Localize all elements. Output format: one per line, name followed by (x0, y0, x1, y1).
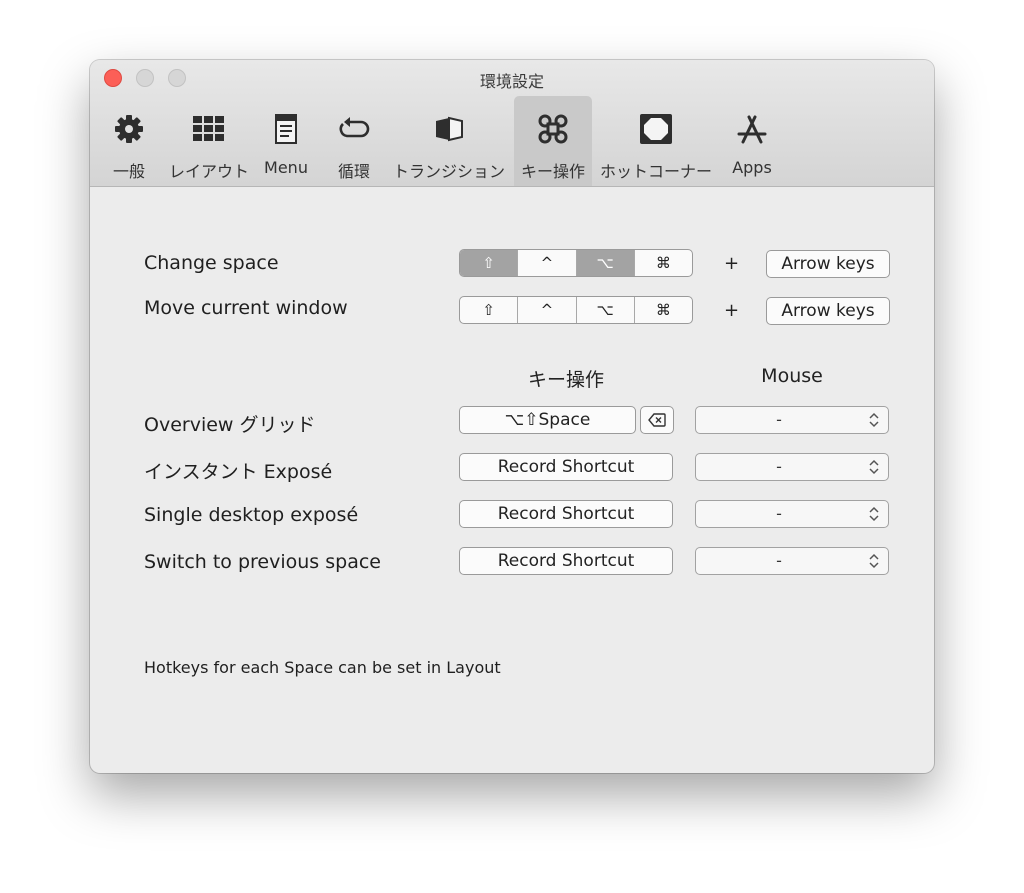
overview-grid-mouse-value: - (776, 410, 782, 429)
change-space-arrow-keys-button[interactable]: Arrow keys (766, 250, 890, 278)
switch-previous-space-record-button[interactable]: Record Shortcut (459, 547, 673, 575)
single-desktop-expose-mouse-select[interactable]: - (695, 500, 889, 528)
menu-icon (275, 114, 297, 144)
change-space-command-key[interactable]: ⌘ (635, 250, 692, 276)
tab-cycle-label: 循環 (337, 162, 370, 181)
change-space-modifiers: ⇧ ^ ⌥ ⌘ (459, 249, 693, 277)
move-window-control-key[interactable]: ^ (518, 297, 577, 323)
change-space-control-key[interactable]: ^ (518, 250, 577, 276)
move-window-plus: + (724, 300, 740, 321)
instant-expose-record-button[interactable]: Record Shortcut (459, 453, 673, 481)
delete-icon (648, 413, 666, 427)
single-desktop-expose-label: Single desktop exposé (144, 504, 359, 526)
transition-icon (436, 116, 463, 142)
change-space-shift-key[interactable]: ⇧ (460, 250, 519, 276)
chevron-up-down-icon (869, 506, 879, 522)
layout-hint-text: Hotkeys for each Space can be set in Lay… (144, 658, 501, 677)
switch-previous-space-mouse-select[interactable]: - (695, 547, 889, 575)
title-bar: 環境設定 一般 レイアウト Menu 循環 トランジション キー操作 ホットコー… (90, 60, 934, 187)
overview-grid-label: Overview グリッド (144, 414, 316, 436)
move-window-arrow-keys-button[interactable]: Arrow keys (766, 297, 890, 325)
grid-icon (193, 116, 224, 141)
overview-grid-mouse-select[interactable]: - (695, 406, 889, 434)
move-window-command-key[interactable]: ⌘ (635, 297, 692, 323)
gear-icon (115, 115, 143, 143)
tab-layout-label: レイアウト (168, 162, 249, 181)
tab-general[interactable]: 一般 (110, 96, 148, 186)
switch-previous-space-mouse-value: - (776, 551, 782, 570)
overview-grid-clear-button[interactable] (640, 406, 674, 434)
command-key-icon (538, 114, 568, 144)
window-title: 環境設定 (479, 72, 544, 91)
switch-previous-space-label: Switch to previous space (144, 551, 381, 573)
tab-apps[interactable]: Apps (728, 96, 776, 186)
change-space-label: Change space (144, 252, 279, 274)
tab-cycle[interactable]: 循環 (334, 96, 374, 186)
tab-hot-corners[interactable]: ホットコーナー (600, 96, 712, 186)
app-store-icon (737, 115, 767, 144)
instant-expose-mouse-select[interactable]: - (695, 453, 889, 481)
tab-general-label: 一般 (112, 162, 145, 181)
tab-key-operation-label: キー操作 (520, 162, 585, 181)
move-window-label: Move current window (144, 297, 348, 319)
tab-hot-corners-label: ホットコーナー (599, 162, 712, 181)
hot-corner-icon (640, 114, 672, 144)
column-header-mouse: Mouse (761, 365, 823, 387)
column-header-keys: キー操作 (527, 369, 604, 391)
move-window-option-key[interactable]: ⌥ (577, 297, 635, 323)
move-window-shift-key[interactable]: ⇧ (460, 297, 519, 323)
overview-grid-shortcut-button[interactable]: ⌥⇧Space (459, 406, 636, 434)
change-space-option-key[interactable]: ⌥ (576, 250, 635, 276)
chevron-up-down-icon (869, 553, 879, 569)
tab-transition[interactable]: トランジション (393, 96, 505, 186)
tab-transition-label: トランジション (392, 162, 505, 181)
instant-expose-label: インスタント Exposé (144, 461, 333, 483)
tab-apps-label: Apps (732, 158, 772, 177)
instant-expose-mouse-value: - (776, 457, 782, 476)
chevron-up-down-icon (869, 412, 879, 428)
single-desktop-expose-record-button[interactable]: Record Shortcut (459, 500, 673, 528)
cycle-icon (339, 117, 370, 138)
tab-layout[interactable]: レイアウト (169, 96, 249, 186)
preferences-window: 環境設定 一般 レイアウト Menu 循環 トランジション キー操作 ホットコー… (90, 60, 934, 773)
tab-menu-label: Menu (264, 158, 308, 177)
tab-menu[interactable]: Menu (264, 96, 308, 186)
tab-key-operation[interactable]: キー操作 (514, 96, 592, 186)
move-window-modifiers: ⇧ ^ ⌥ ⌘ (459, 296, 693, 324)
chevron-up-down-icon (869, 459, 879, 475)
change-space-plus: + (724, 253, 740, 274)
single-desktop-expose-mouse-value: - (776, 504, 782, 523)
